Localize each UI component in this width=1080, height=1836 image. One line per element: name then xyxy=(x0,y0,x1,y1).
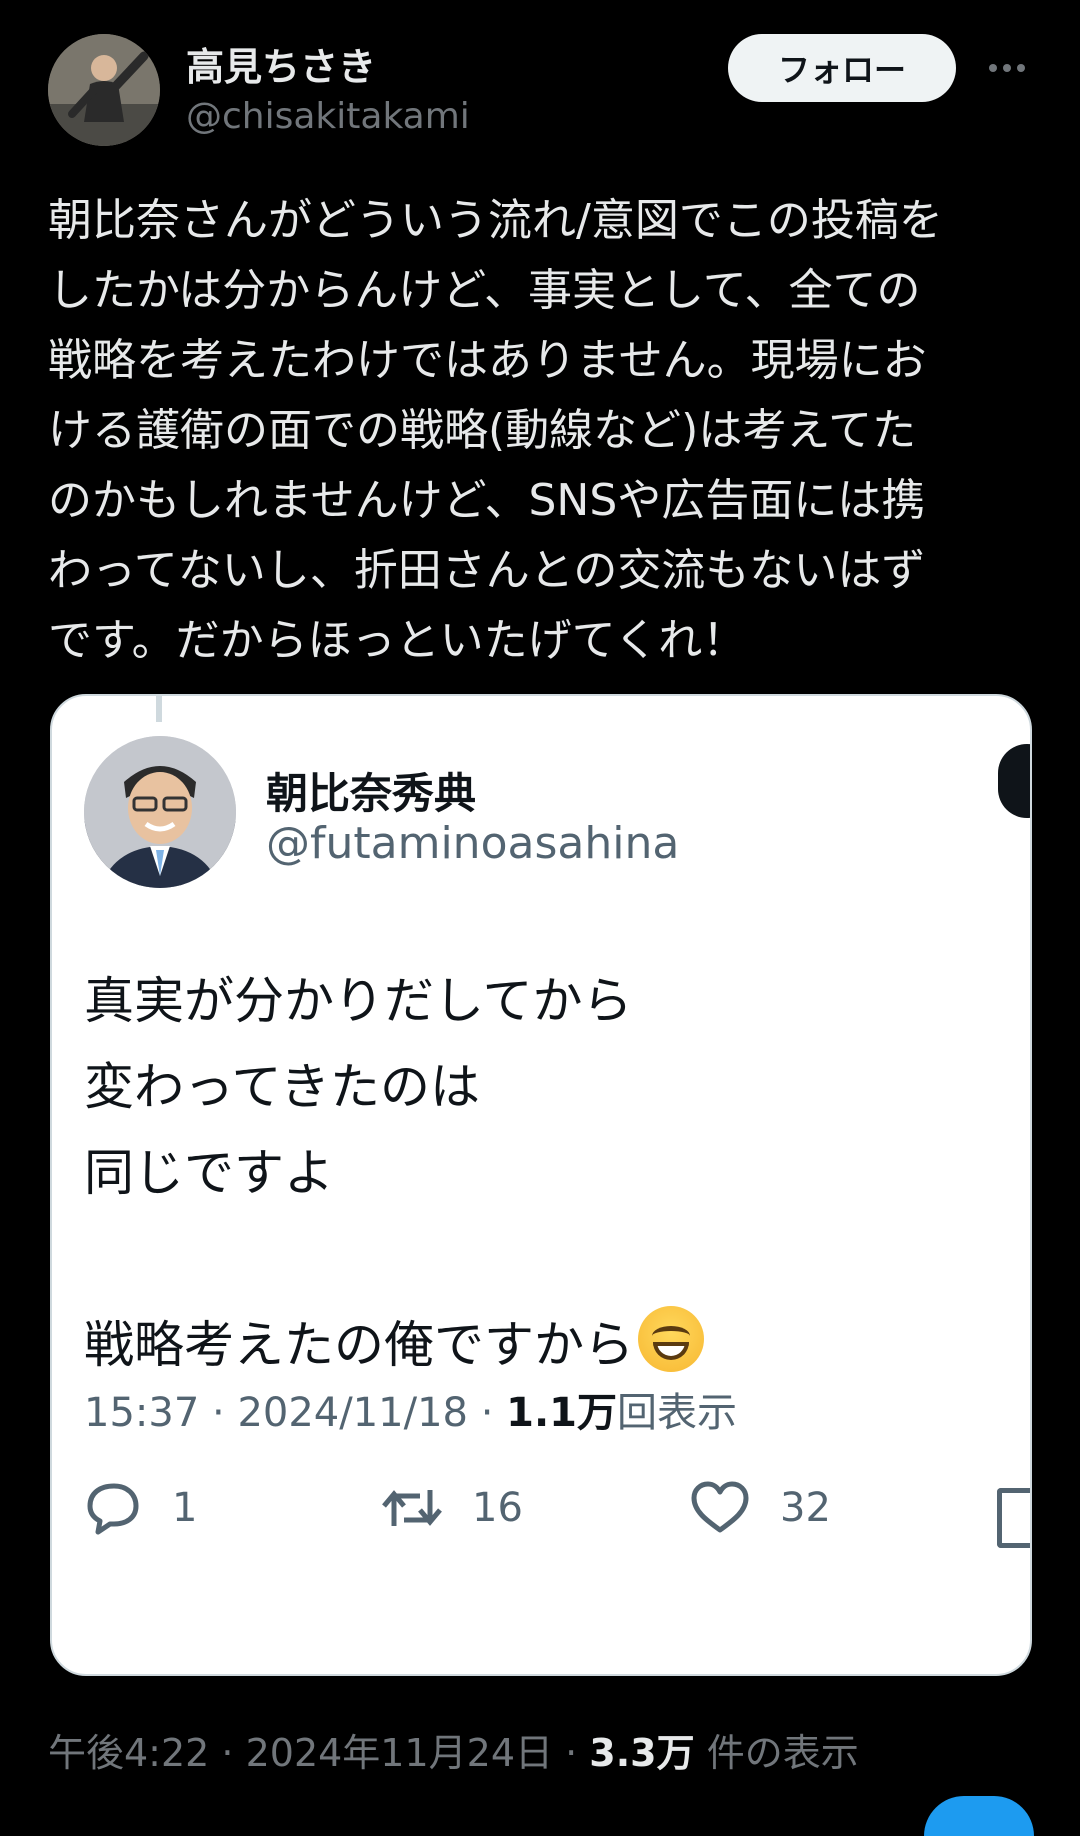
tweet-views-label: 件の表示 xyxy=(706,1731,859,1775)
retweet-action[interactable]: 16 xyxy=(380,1480,523,1536)
heart-icon xyxy=(691,1481,749,1533)
tweet-time: 午後4:22 xyxy=(48,1731,210,1775)
quoted-date: 2024/11/18 xyxy=(237,1390,468,1436)
quoted-handle: @futaminoasahina xyxy=(266,818,680,869)
tweet-meta: 午後4:22 · 2024年11月24日 · 3.3万 件の表示 xyxy=(48,1731,859,1775)
quoted-edge-button xyxy=(998,744,1030,818)
reply-action[interactable]: 1 xyxy=(80,1480,197,1536)
follow-button[interactable]: フォロー xyxy=(728,34,956,102)
avatar-photo xyxy=(48,34,160,146)
thread-line xyxy=(156,696,162,722)
quoted-views-count: 1.1万 xyxy=(506,1390,617,1436)
grinning-face-icon xyxy=(638,1306,704,1372)
tweet-text: 朝比奈さんがどういう流れ/意図でこの投稿を したかは分からんけど、事実として、全… xyxy=(48,195,943,666)
reply-bubble-icon xyxy=(87,1483,139,1535)
like-count: 32 xyxy=(780,1485,831,1531)
quoted-action-bar: 1 16 32 xyxy=(52,1480,1030,1540)
like-action[interactable]: 32 xyxy=(688,1480,831,1536)
retweet-count: 16 xyxy=(472,1485,523,1531)
tweet-views-count: 3.3万 xyxy=(589,1731,695,1775)
author-avatar[interactable] xyxy=(48,34,160,146)
reply-count: 1 xyxy=(172,1485,198,1531)
tweet-date: 2024年11月24日 xyxy=(245,1731,554,1775)
bookmark-icon[interactable] xyxy=(997,1488,1030,1548)
quoted-time: 15:37 xyxy=(84,1390,200,1436)
floating-action-edge[interactable] xyxy=(924,1796,1034,1836)
quoted-avatar-photo xyxy=(84,736,236,888)
more-options-icon[interactable] xyxy=(982,48,1032,88)
retweet-icon xyxy=(382,1490,442,1526)
quoted-display-name: 朝比奈秀典 xyxy=(266,769,477,818)
quoted-author-avatar xyxy=(84,736,236,888)
quoted-tweet-text: 真実が分かりだしてから 変わってきたのは 同じですよ 戦略考えたの俺ですから xyxy=(84,958,984,1388)
quoted-views-label: 回表示 xyxy=(617,1390,737,1436)
author-display-name[interactable]: 高見ちさき xyxy=(186,36,376,91)
author-handle[interactable]: @chisakitakami xyxy=(186,96,470,137)
quoted-text-body: 真実が分かりだしてから 変わってきたのは 同じですよ 戦略考えたの俺ですから xyxy=(84,972,634,1374)
quoted-tweet-card[interactable]: 朝比奈秀典 @futaminoasahina 真実が分かりだしてから 変わってき… xyxy=(50,694,1032,1676)
quoted-meta: 15:37 · 2024/11/18 · 1.1万回表示 xyxy=(84,1390,737,1436)
